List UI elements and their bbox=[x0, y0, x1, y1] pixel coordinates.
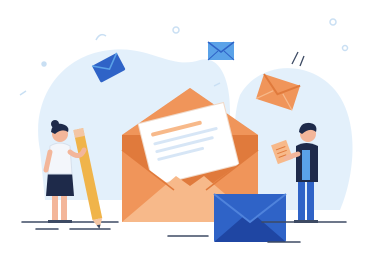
closed-blue-envelope-icon bbox=[213, 193, 287, 242]
illustration-canvas bbox=[0, 0, 366, 260]
small-blue-envelope-icon bbox=[207, 41, 235, 61]
motion-lines bbox=[291, 51, 305, 67]
ground-line bbox=[21, 221, 347, 243]
email-illustration-svg bbox=[19, 18, 353, 243]
